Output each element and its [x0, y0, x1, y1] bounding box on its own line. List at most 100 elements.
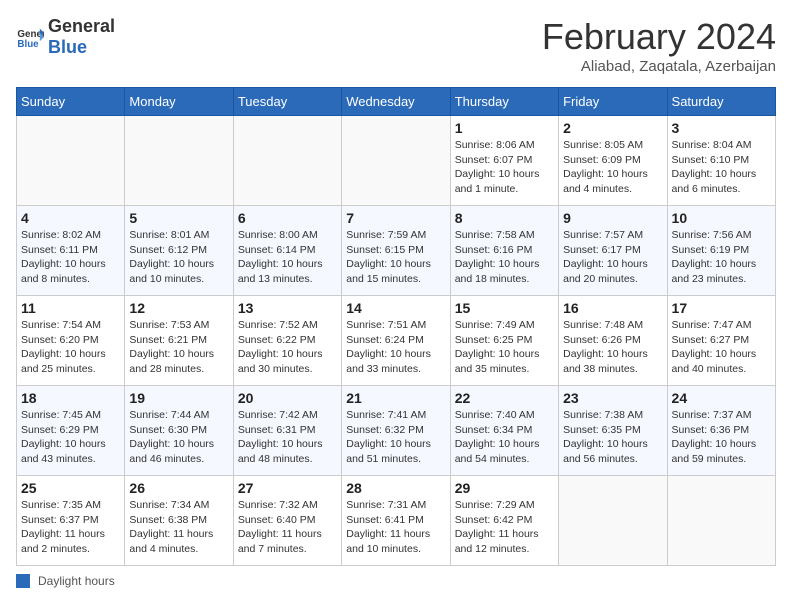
calendar-cell: 24 Sunrise: 7:37 AM Sunset: 6:36 PM Dayli…: [667, 386, 775, 476]
day-number: 10: [672, 210, 771, 226]
day-info: Sunrise: 7:37 AM Sunset: 6:36 PM Dayligh…: [672, 408, 771, 467]
day-number: 9: [563, 210, 662, 226]
calendar-cell: 15 Sunrise: 7:49 AM Sunset: 6:25 PM Dayli…: [450, 296, 558, 386]
day-info: Sunrise: 8:05 AM Sunset: 6:09 PM Dayligh…: [563, 138, 662, 197]
day-info: Sunrise: 8:04 AM Sunset: 6:10 PM Dayligh…: [672, 138, 771, 197]
day-number: 7: [346, 210, 445, 226]
day-number: 18: [21, 390, 120, 406]
logo-general: General: [48, 16, 115, 37]
calendar-cell: 14Sunrise: 7:51 AM Sunset: 6:24 PM Dayli…: [342, 296, 450, 386]
col-header-thursday: Thursday: [450, 88, 558, 116]
day-number: 27: [238, 480, 337, 496]
day-info: Sunrise: 7:40 AM Sunset: 6:34 PM Dayligh…: [455, 408, 554, 467]
calendar-footer: Daylight hours: [16, 574, 776, 588]
month-title: February 2024: [542, 16, 776, 58]
calendar-cell: 8 Sunrise: 7:58 AM Sunset: 6:16 PM Daylig…: [450, 206, 558, 296]
day-info: Sunrise: 7:52 AM Sunset: 6:22 PM Dayligh…: [238, 318, 337, 377]
calendar-cell: 5 Sunrise: 8:01 AM Sunset: 6:12 PM Daylig…: [125, 206, 233, 296]
calendar-cell: [342, 116, 450, 206]
day-number: 4: [21, 210, 120, 226]
day-info: Sunrise: 8:06 AM Sunset: 6:07 PM Dayligh…: [455, 138, 554, 197]
day-number: 2: [563, 120, 662, 136]
day-info: Sunrise: 7:32 AM Sunset: 6:40 PM Dayligh…: [238, 498, 337, 557]
daylight-legend-box: [16, 574, 30, 588]
day-number: 8: [455, 210, 554, 226]
calendar-cell: 13 Sunrise: 7:52 AM Sunset: 6:22 PM Dayli…: [233, 296, 341, 386]
calendar-cell: 29Sunrise: 7:29 AM Sunset: 6:42 PM Dayli…: [450, 476, 558, 566]
day-info: Sunrise: 7:59 AM Sunset: 6:15 PM Dayligh…: [346, 228, 445, 287]
calendar-cell: 9Sunrise: 7:57 AM Sunset: 6:17 PM Daylig…: [559, 206, 667, 296]
calendar-week-3: 11 Sunrise: 7:54 AM Sunset: 6:20 PM Dayli…: [17, 296, 776, 386]
day-number: 1: [455, 120, 554, 136]
calendar-cell: [559, 476, 667, 566]
calendar-cell: 10 Sunrise: 7:56 AM Sunset: 6:19 PM Dayli…: [667, 206, 775, 296]
calendar-cell: [667, 476, 775, 566]
day-number: 13: [238, 300, 337, 316]
calendar-cell: 2 Sunrise: 8:05 AM Sunset: 6:09 PM Daylig…: [559, 116, 667, 206]
day-number: 11: [21, 300, 120, 316]
calendar-table: SundayMondayTuesdayWednesdayThursdayFrid…: [16, 87, 776, 566]
day-info: Sunrise: 7:44 AM Sunset: 6:30 PM Dayligh…: [129, 408, 228, 467]
col-header-monday: Monday: [125, 88, 233, 116]
calendar-week-4: 18Sunrise: 7:45 AM Sunset: 6:29 PM Dayli…: [17, 386, 776, 476]
day-number: 28: [346, 480, 445, 496]
calendar-cell: 26 Sunrise: 7:34 AM Sunset: 6:38 PM Dayli…: [125, 476, 233, 566]
day-info: Sunrise: 7:54 AM Sunset: 6:20 PM Dayligh…: [21, 318, 120, 377]
day-info: Sunrise: 7:47 AM Sunset: 6:27 PM Dayligh…: [672, 318, 771, 377]
title-block: February 2024 Aliabad, Zaqatala, Azerbai…: [542, 16, 776, 75]
calendar-cell: 18Sunrise: 7:45 AM Sunset: 6:29 PM Dayli…: [17, 386, 125, 476]
day-info: Sunrise: 7:53 AM Sunset: 6:21 PM Dayligh…: [129, 318, 228, 377]
calendar-cell: 6 Sunrise: 8:00 AM Sunset: 6:14 PM Daylig…: [233, 206, 341, 296]
day-number: 15: [455, 300, 554, 316]
calendar-header-row: SundayMondayTuesdayWednesdayThursdayFrid…: [17, 88, 776, 116]
day-number: 25: [21, 480, 120, 496]
logo-blue: Blue: [48, 37, 115, 58]
day-info: Sunrise: 8:00 AM Sunset: 6:14 PM Dayligh…: [238, 228, 337, 287]
day-info: Sunrise: 7:34 AM Sunset: 6:38 PM Dayligh…: [129, 498, 228, 557]
day-number: 17: [672, 300, 771, 316]
calendar-cell: 17 Sunrise: 7:47 AM Sunset: 6:27 PM Dayli…: [667, 296, 775, 386]
day-number: 6: [238, 210, 337, 226]
calendar-cell: 28 Sunrise: 7:31 AM Sunset: 6:41 PM Dayli…: [342, 476, 450, 566]
day-info: Sunrise: 7:29 AM Sunset: 6:42 PM Dayligh…: [455, 498, 554, 557]
day-number: 24: [672, 390, 771, 406]
day-number: 23: [563, 390, 662, 406]
day-number: 26: [129, 480, 228, 496]
calendar-cell: 27 Sunrise: 7:32 AM Sunset: 6:40 PM Dayli…: [233, 476, 341, 566]
calendar-week-5: 25 Sunrise: 7:35 AM Sunset: 6:37 PM Dayli…: [17, 476, 776, 566]
calendar-week-1: 1 Sunrise: 8:06 AM Sunset: 6:07 PM Daylig…: [17, 116, 776, 206]
logo: General Blue General Blue: [16, 16, 115, 57]
calendar-cell: 4 Sunrise: 8:02 AM Sunset: 6:11 PM Daylig…: [17, 206, 125, 296]
day-info: Sunrise: 7:51 AM Sunset: 6:24 PM Dayligh…: [346, 318, 445, 377]
day-info: Sunrise: 7:31 AM Sunset: 6:41 PM Dayligh…: [346, 498, 445, 557]
day-info: Sunrise: 7:58 AM Sunset: 6:16 PM Dayligh…: [455, 228, 554, 287]
day-number: 22: [455, 390, 554, 406]
day-number: 19: [129, 390, 228, 406]
day-info: Sunrise: 7:41 AM Sunset: 6:32 PM Dayligh…: [346, 408, 445, 467]
day-info: Sunrise: 8:01 AM Sunset: 6:12 PM Dayligh…: [129, 228, 228, 287]
day-info: Sunrise: 7:35 AM Sunset: 6:37 PM Dayligh…: [21, 498, 120, 557]
calendar-cell: 23Sunrise: 7:38 AM Sunset: 6:35 PM Dayli…: [559, 386, 667, 476]
col-header-sunday: Sunday: [17, 88, 125, 116]
day-number: 12: [129, 300, 228, 316]
day-info: Sunrise: 8:02 AM Sunset: 6:11 PM Dayligh…: [21, 228, 120, 287]
calendar-cell: 20 Sunrise: 7:42 AM Sunset: 6:31 PM Dayli…: [233, 386, 341, 476]
daylight-legend-label: Daylight hours: [38, 574, 115, 588]
day-info: Sunrise: 7:48 AM Sunset: 6:26 PM Dayligh…: [563, 318, 662, 377]
day-info: Sunrise: 7:42 AM Sunset: 6:31 PM Dayligh…: [238, 408, 337, 467]
col-header-wednesday: Wednesday: [342, 88, 450, 116]
calendar-cell: 3Sunrise: 8:04 AM Sunset: 6:10 PM Daylig…: [667, 116, 775, 206]
logo-icon: General Blue: [16, 23, 44, 51]
calendar-cell: [233, 116, 341, 206]
calendar-cell: 11 Sunrise: 7:54 AM Sunset: 6:20 PM Dayli…: [17, 296, 125, 386]
day-number: 5: [129, 210, 228, 226]
calendar-cell: 21Sunrise: 7:41 AM Sunset: 6:32 PM Dayli…: [342, 386, 450, 476]
calendar-cell: [125, 116, 233, 206]
day-info: Sunrise: 7:56 AM Sunset: 6:19 PM Dayligh…: [672, 228, 771, 287]
calendar-cell: 16Sunrise: 7:48 AM Sunset: 6:26 PM Dayli…: [559, 296, 667, 386]
day-number: 20: [238, 390, 337, 406]
day-info: Sunrise: 7:49 AM Sunset: 6:25 PM Dayligh…: [455, 318, 554, 377]
calendar-cell: 12 Sunrise: 7:53 AM Sunset: 6:21 PM Dayli…: [125, 296, 233, 386]
col-header-saturday: Saturday: [667, 88, 775, 116]
svg-text:Blue: Blue: [17, 38, 39, 49]
